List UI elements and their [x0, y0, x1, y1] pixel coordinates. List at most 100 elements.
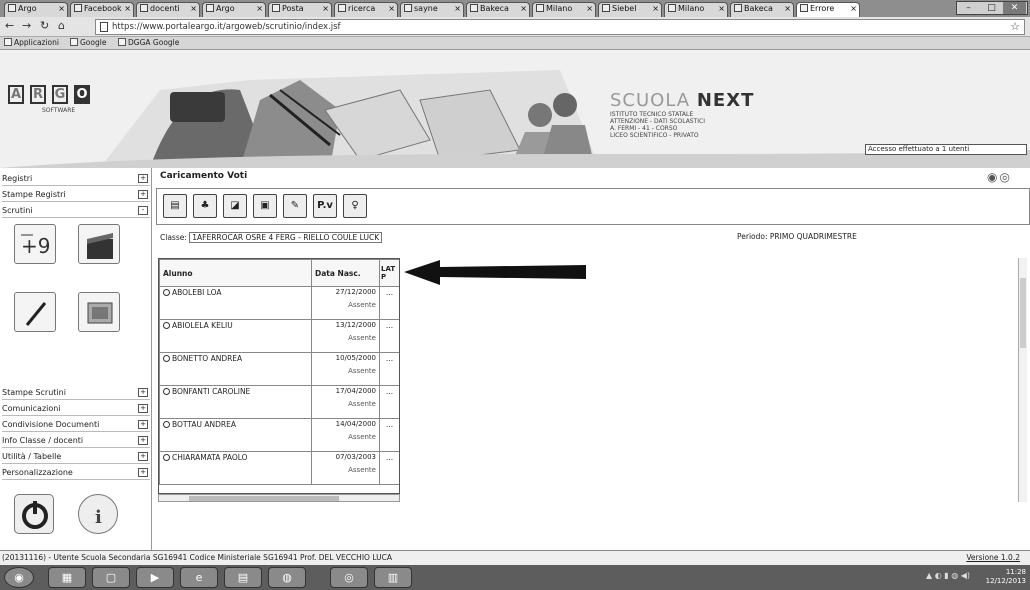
tab-close-icon[interactable]: ×	[784, 4, 791, 13]
vote-cell[interactable]: ...	[379, 385, 399, 419]
bookmark-dgga[interactable]: DGGA Google	[118, 38, 179, 47]
expand-icon[interactable]: +	[138, 174, 148, 183]
table-row[interactable]: ABOLEBI LOA 27/12/2000 Assente ...	[159, 286, 399, 320]
minimize-icon[interactable]: –	[957, 2, 980, 14]
voti-icon[interactable]: ▤	[163, 194, 187, 218]
clock[interactable]: 11:28 12/12/2013	[986, 568, 1026, 586]
expand-icon[interactable]: +	[138, 468, 148, 477]
vote-cell[interactable]: ...	[379, 286, 399, 320]
browser-tab[interactable]: ricerca ×	[334, 2, 398, 17]
maximize-icon[interactable]: □	[980, 2, 1003, 14]
home-icon[interactable]: ⌂	[58, 19, 65, 32]
vote-cell[interactable]: ...	[379, 451, 399, 485]
menu-utilita-tabelle[interactable]: Utilità / Tabelle +	[2, 450, 150, 464]
table-row[interactable]: ABIOLELA KELIU 13/12/2000 Assente ...	[159, 319, 399, 353]
col-header-lat[interactable]: LAT P	[379, 259, 399, 287]
import-icon[interactable]: ◪	[223, 194, 247, 218]
bookmark-apps[interactable]: Applicazioni	[4, 38, 59, 47]
expand-icon[interactable]: +	[138, 404, 148, 413]
scroll-thumb[interactable]	[189, 496, 339, 501]
libraries-icon[interactable]: ▤	[224, 567, 262, 588]
scrutinio-clapboard-icon[interactable]	[78, 224, 120, 264]
print-icon[interactable]: ▣	[253, 194, 277, 218]
vertical-scrollbar[interactable]	[1018, 258, 1027, 502]
voti-proposti-icon[interactable]: +9	[14, 224, 56, 264]
vote-cell[interactable]: ...	[379, 319, 399, 353]
help-icon[interactable]: ◉	[987, 170, 999, 184]
browser-tab[interactable]: docenti ×	[136, 2, 200, 17]
browser-tab[interactable]: Argo ×	[202, 2, 266, 17]
menu-registri[interactable]: Registri +	[2, 172, 150, 186]
bookmark-star-icon[interactable]: ☆	[1010, 20, 1020, 33]
col-header-data-nascita[interactable]: Data Nasc.	[311, 259, 380, 287]
browser-tab[interactable]: Bakeca ×	[730, 2, 794, 17]
horizontal-scrollbar[interactable]	[158, 494, 400, 502]
collapse-icon[interactable]: -	[138, 206, 148, 215]
menu-stampe-scrutini[interactable]: Stampe Scrutini +	[2, 386, 150, 400]
expand-icon[interactable]: +	[138, 452, 148, 461]
media-player-icon[interactable]: ▶	[136, 567, 174, 588]
menu-condivisione-documenti[interactable]: Condivisione Documenti +	[2, 418, 150, 432]
word-icon[interactable]: ▥	[374, 567, 412, 588]
browser-tab[interactable]: Argo ×	[4, 2, 68, 17]
close-window-icon[interactable]: ✕	[1003, 2, 1026, 14]
browser-tab[interactable]: Posta ×	[268, 2, 332, 17]
refresh-icon[interactable]: ◎	[999, 170, 1011, 184]
menu-info-classe[interactable]: Info Classe / docenti +	[2, 434, 150, 448]
browser-tab[interactable]: Siebel ×	[598, 2, 662, 17]
assenze-icon[interactable]: ♣	[193, 194, 217, 218]
back-icon[interactable]: ←	[5, 19, 14, 32]
browser-tab[interactable]: Milano ×	[532, 2, 596, 17]
table-row[interactable]: BONFANTI CAROLINE 17/04/2000 Assente ...	[159, 385, 399, 419]
caricamento-voti-pencil-icon[interactable]	[14, 292, 56, 332]
tab-close-icon[interactable]: ×	[454, 4, 461, 13]
col-header-alunno[interactable]: Alunno	[159, 259, 312, 287]
table-row[interactable]: CHIARAMATA PAOLO 07/03/2003 Assente ...	[159, 451, 399, 485]
explorer-icon[interactable]: ▦	[48, 567, 86, 588]
tab-close-icon[interactable]: ×	[850, 4, 857, 13]
tab-close-icon[interactable]: ×	[58, 4, 65, 13]
tab-close-icon[interactable]: ×	[322, 4, 329, 13]
browser-tab[interactable]: Milano ×	[664, 2, 728, 17]
menu-comunicazioni[interactable]: Comunicazioni +	[2, 402, 150, 416]
browser-tab[interactable]: Facebook ×	[70, 2, 134, 17]
expand-icon[interactable]: +	[138, 388, 148, 397]
menu-stampe-registri[interactable]: Stampe Registri +	[2, 188, 150, 202]
start-button-icon[interactable]: ◉	[4, 567, 34, 588]
chrome-icon[interactable]: ◎	[330, 567, 368, 588]
power-icon[interactable]	[14, 494, 54, 534]
table-row[interactable]: BOTTAU ANDREA 14/04/2000 Assente ...	[159, 418, 399, 452]
tab-close-icon[interactable]: ×	[190, 4, 197, 13]
browser-tab-active[interactable]: Errore ×	[796, 2, 860, 17]
tabellone-icon[interactable]	[78, 292, 120, 332]
tab-close-icon[interactable]: ×	[718, 4, 725, 13]
tab-close-icon[interactable]: ×	[256, 4, 263, 13]
vote-cell[interactable]: ...	[379, 352, 399, 386]
scroll-thumb[interactable]	[1020, 278, 1026, 348]
browser-tab[interactable]: Bakeca ×	[466, 2, 530, 17]
system-tray-icons[interactable]: ▲ ◐ ▮ ◍ ◀)	[926, 571, 970, 580]
forward-icon[interactable]: →	[22, 19, 31, 32]
vote-cell[interactable]: ...	[379, 418, 399, 452]
lightbulb-icon[interactable]: ♀	[343, 194, 367, 218]
internet-explorer-icon[interactable]: e	[180, 567, 218, 588]
tab-close-icon[interactable]: ×	[586, 4, 593, 13]
expand-icon[interactable]: +	[138, 436, 148, 445]
pv-icon[interactable]: P.v	[313, 194, 337, 218]
menu-scrutini[interactable]: Scrutini -	[2, 204, 150, 218]
pencil-icon[interactable]: ✎	[283, 194, 307, 218]
expand-icon[interactable]: +	[138, 190, 148, 199]
address-bar[interactable]: https://www.portaleargo.it/argoweb/scrut…	[95, 19, 1025, 35]
tab-close-icon[interactable]: ×	[652, 4, 659, 13]
version-link[interactable]: Versione 1.0.2	[966, 553, 1020, 562]
table-row[interactable]: BONETTO ANDREA 10/05/2000 Assente ...	[159, 352, 399, 386]
folder-icon[interactable]: ▢	[92, 567, 130, 588]
menu-personalizzazione[interactable]: Personalizzazione +	[2, 466, 150, 480]
bookmark-google[interactable]: Google	[70, 38, 106, 47]
info-icon[interactable]: i	[78, 494, 118, 534]
tab-close-icon[interactable]: ×	[520, 4, 527, 13]
paint-icon[interactable]: ◍	[268, 567, 306, 588]
browser-tab[interactable]: sayne ×	[400, 2, 464, 17]
tab-close-icon[interactable]: ×	[388, 4, 395, 13]
expand-icon[interactable]: +	[138, 420, 148, 429]
